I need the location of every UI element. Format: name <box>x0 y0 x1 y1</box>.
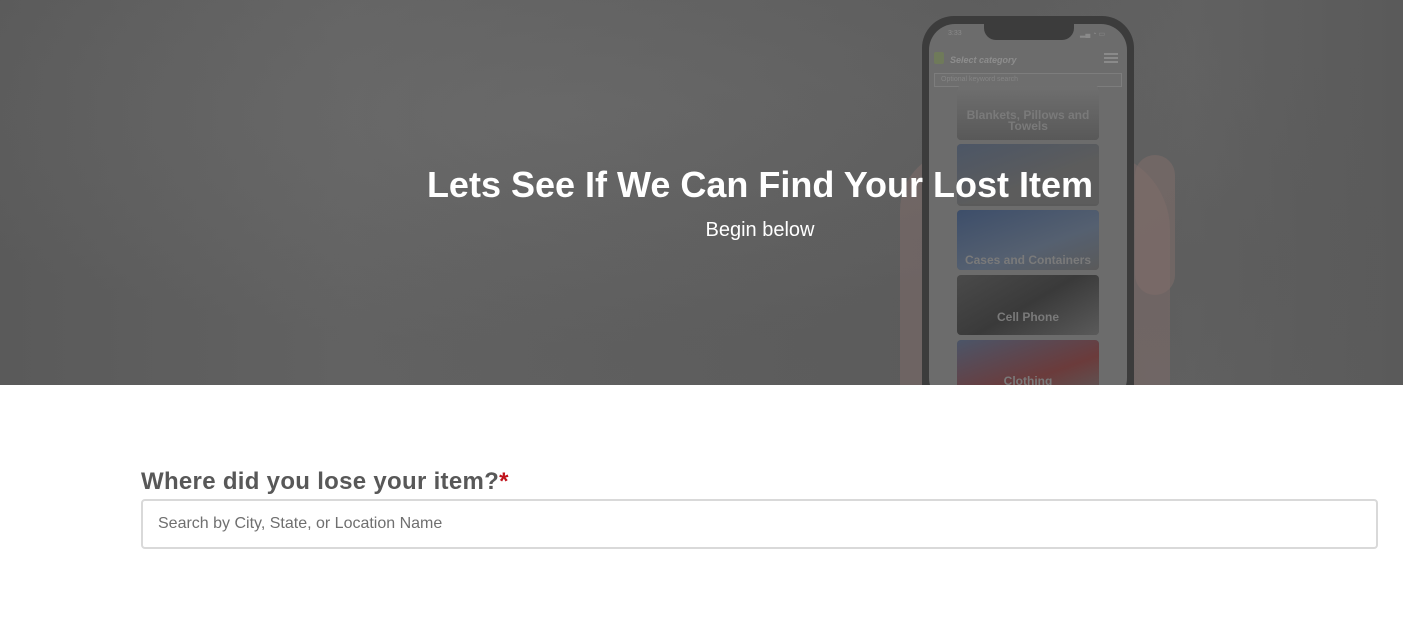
phone-category-label: Blankets, Pillows and Towels <box>966 108 1090 133</box>
app-logo-icon <box>934 52 944 64</box>
phone-app-title: Select category <box>950 55 1017 65</box>
location-search-input[interactable] <box>141 499 1378 549</box>
phone-category-tile: Clothing <box>957 340 1099 385</box>
phone-category-tile: Cell Phone <box>957 275 1099 335</box>
page-title: Lets See If We Can Find Your Lost Item <box>426 164 1094 205</box>
phone-category-label: Cell Phone <box>996 310 1059 324</box>
location-label-text: Where did you lose your item? <box>141 468 500 495</box>
hamburger-menu-icon <box>1104 53 1118 63</box>
page-subtitle: Begin below <box>705 219 815 241</box>
phone-category-label: Cases and Containers <box>964 253 1092 267</box>
phone-search-field: Optional keyword search <box>934 73 1122 87</box>
location-label: Where did you lose your item?* <box>141 468 509 496</box>
phone-notch <box>984 24 1074 40</box>
required-marker: * <box>499 468 509 495</box>
phone-category-label: Clothing <box>1003 374 1053 385</box>
phone-time: 3:33 <box>948 30 962 37</box>
signal-icon: ▂▄ ◔ ▭ <box>1080 31 1106 38</box>
phone-category-tile: Blankets, Pillows and Towels <box>957 86 1099 140</box>
hero-banner: 3:33 ▂▄ ◔ ▭ Select category Optional key… <box>0 0 1403 385</box>
